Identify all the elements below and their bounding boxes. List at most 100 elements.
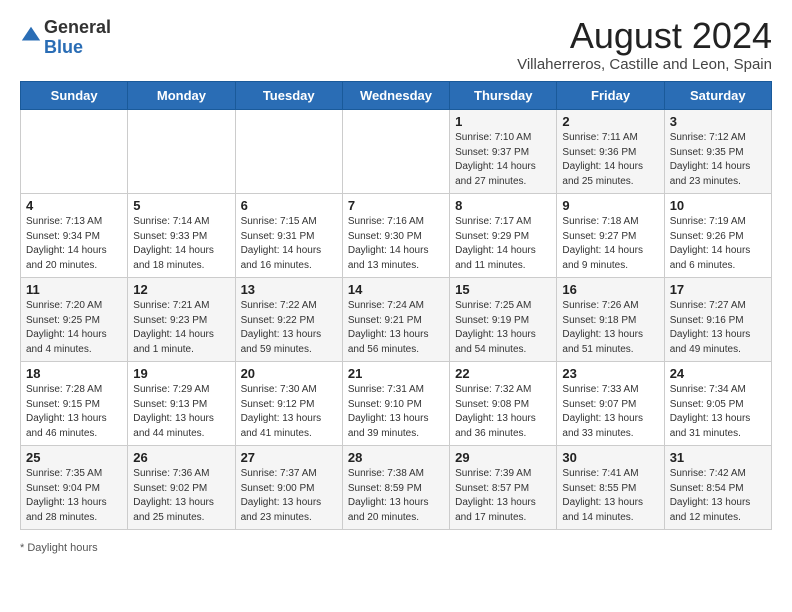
- day-number: 29: [455, 450, 551, 465]
- day-cell: 1Sunrise: 7:10 AM Sunset: 9:37 PM Daylig…: [450, 110, 557, 194]
- day-number: 28: [348, 450, 444, 465]
- day-number: 10: [670, 198, 766, 213]
- day-cell: 4 Sunrise: 7:13 AM Sunset: 9:34 PM Daylig…: [21, 194, 128, 278]
- day-info: Sunrise: 7:11 AM Sunset: 9:36 PM Dayligh…: [562, 131, 658, 189]
- day-number: 9: [562, 198, 658, 213]
- day-cell: [235, 110, 342, 194]
- day-cell: 6Sunrise: 7:15 AM Sunset: 9:31 PM Daylig…: [235, 194, 342, 278]
- day-info: Sunrise: 7:19 AM Sunset: 9:26 PM Dayligh…: [670, 215, 766, 273]
- day-info: Sunrise: 7:25 AM Sunset: 9:19 PM Dayligh…: [455, 299, 551, 357]
- day-cell: 2 Sunrise: 7:11 AM Sunset: 9:36 PM Daylig…: [557, 110, 664, 194]
- day-info: Sunrise: 7:18 AM Sunset: 9:27 PM Dayligh…: [562, 215, 658, 273]
- day-number: 22: [455, 366, 551, 381]
- calendar-container: SundayMondayTuesdayWednesdayThursdayFrid…: [10, 77, 782, 538]
- weekday-header-row: SundayMondayTuesdayWednesdayThursdayFrid…: [21, 82, 772, 110]
- day-cell: [21, 110, 128, 194]
- day-cell: 18 Sunrise: 7:28 AM Sunset: 9:15 PM Dayli…: [21, 362, 128, 446]
- daylight-hours-label: Daylight hours: [27, 542, 97, 554]
- day-number: 12: [133, 282, 229, 297]
- day-number: 4: [26, 198, 122, 213]
- day-cell: 22Sunrise: 7:32 AM Sunset: 9:08 PM Dayli…: [450, 362, 557, 446]
- day-info: Sunrise: 7:41 AM Sunset: 8:55 PM Dayligh…: [562, 467, 658, 525]
- logo-blue-text: Blue: [44, 38, 111, 58]
- day-info: Sunrise: 7:33 AM Sunset: 9:07 PM Dayligh…: [562, 383, 658, 441]
- week-row-2: 4 Sunrise: 7:13 AM Sunset: 9:34 PM Daylig…: [21, 194, 772, 278]
- day-cell: 19 Sunrise: 7:29 AM Sunset: 9:13 PM Dayli…: [128, 362, 235, 446]
- weekday-header-sunday: Sunday: [21, 82, 128, 110]
- day-number: 19: [133, 366, 229, 381]
- day-info: Sunrise: 7:31 AM Sunset: 9:10 PM Dayligh…: [348, 383, 444, 441]
- day-info: Sunrise: 7:42 AM Sunset: 8:54 PM Dayligh…: [670, 467, 766, 525]
- day-cell: 21 Sunrise: 7:31 AM Sunset: 9:10 PM Dayli…: [342, 362, 449, 446]
- day-number: 26: [133, 450, 229, 465]
- day-number: 31: [670, 450, 766, 465]
- day-number: 13: [241, 282, 337, 297]
- day-info: Sunrise: 7:20 AM Sunset: 9:25 PM Dayligh…: [26, 299, 122, 357]
- day-info: Sunrise: 7:28 AM Sunset: 9:15 PM Dayligh…: [26, 383, 122, 441]
- week-row-4: 18 Sunrise: 7:28 AM Sunset: 9:15 PM Dayli…: [21, 362, 772, 446]
- day-cell: 12 Sunrise: 7:21 AM Sunset: 9:23 PM Dayli…: [128, 278, 235, 362]
- day-cell: 13Sunrise: 7:22 AM Sunset: 9:22 PM Dayli…: [235, 278, 342, 362]
- day-info: Sunrise: 7:14 AM Sunset: 9:33 PM Dayligh…: [133, 215, 229, 273]
- day-number: 23: [562, 366, 658, 381]
- day-number: 11: [26, 282, 122, 297]
- day-number: 2: [562, 114, 658, 129]
- weekday-header-friday: Friday: [557, 82, 664, 110]
- day-cell: 8 Sunrise: 7:17 AM Sunset: 9:29 PM Daylig…: [450, 194, 557, 278]
- day-info: Sunrise: 7:27 AM Sunset: 9:16 PM Dayligh…: [670, 299, 766, 357]
- day-cell: 11 Sunrise: 7:20 AM Sunset: 9:25 PM Dayli…: [21, 278, 128, 362]
- day-info: Sunrise: 7:13 AM Sunset: 9:34 PM Dayligh…: [26, 215, 122, 273]
- day-info: Sunrise: 7:30 AM Sunset: 9:12 PM Dayligh…: [241, 383, 337, 441]
- day-info: Sunrise: 7:12 AM Sunset: 9:35 PM Dayligh…: [670, 131, 766, 189]
- day-cell: 24 Sunrise: 7:34 AM Sunset: 9:05 PM Dayli…: [664, 362, 771, 446]
- day-cell: 14 Sunrise: 7:24 AM Sunset: 9:21 PM Dayli…: [342, 278, 449, 362]
- day-info: Sunrise: 7:17 AM Sunset: 9:29 PM Dayligh…: [455, 215, 551, 273]
- day-number: 21: [348, 366, 444, 381]
- day-cell: 28 Sunrise: 7:38 AM Sunset: 8:59 PM Dayli…: [342, 446, 449, 530]
- day-number: 15: [455, 282, 551, 297]
- day-info: Sunrise: 7:15 AM Sunset: 9:31 PM Dayligh…: [241, 215, 337, 273]
- title-area: August 2024 Villaherreros, Castille and …: [517, 18, 772, 73]
- day-number: 30: [562, 450, 658, 465]
- day-cell: 26 Sunrise: 7:36 AM Sunset: 9:02 PM Dayli…: [128, 446, 235, 530]
- weekday-header-monday: Monday: [128, 82, 235, 110]
- day-number: 16: [562, 282, 658, 297]
- day-info: Sunrise: 7:24 AM Sunset: 9:21 PM Dayligh…: [348, 299, 444, 357]
- day-info: Sunrise: 7:38 AM Sunset: 8:59 PM Dayligh…: [348, 467, 444, 525]
- day-cell: 9 Sunrise: 7:18 AM Sunset: 9:27 PM Daylig…: [557, 194, 664, 278]
- day-info: Sunrise: 7:35 AM Sunset: 9:04 PM Dayligh…: [26, 467, 122, 525]
- day-info: Sunrise: 7:16 AM Sunset: 9:30 PM Dayligh…: [348, 215, 444, 273]
- day-number: 1: [455, 114, 551, 129]
- day-number: 25: [26, 450, 122, 465]
- day-cell: [128, 110, 235, 194]
- day-number: 24: [670, 366, 766, 381]
- day-number: 3: [670, 114, 766, 129]
- day-cell: 25 Sunrise: 7:35 AM Sunset: 9:04 PM Dayli…: [21, 446, 128, 530]
- day-info: Sunrise: 7:34 AM Sunset: 9:05 PM Dayligh…: [670, 383, 766, 441]
- day-info: Sunrise: 7:36 AM Sunset: 9:02 PM Dayligh…: [133, 467, 229, 525]
- day-info: Sunrise: 7:29 AM Sunset: 9:13 PM Dayligh…: [133, 383, 229, 441]
- weekday-header-tuesday: Tuesday: [235, 82, 342, 110]
- weekday-header-wednesday: Wednesday: [342, 82, 449, 110]
- day-cell: 16Sunrise: 7:26 AM Sunset: 9:18 PM Dayli…: [557, 278, 664, 362]
- day-cell: 10 Sunrise: 7:19 AM Sunset: 9:26 PM Dayli…: [664, 194, 771, 278]
- day-info: Sunrise: 7:21 AM Sunset: 9:23 PM Dayligh…: [133, 299, 229, 357]
- day-number: 14: [348, 282, 444, 297]
- footer-note: * Daylight hours: [10, 538, 782, 558]
- day-cell: 30 Sunrise: 7:41 AM Sunset: 8:55 PM Dayli…: [557, 446, 664, 530]
- weekday-header-thursday: Thursday: [450, 82, 557, 110]
- day-number: 18: [26, 366, 122, 381]
- day-number: 27: [241, 450, 337, 465]
- day-cell: 7Sunrise: 7:16 AM Sunset: 9:30 PM Daylig…: [342, 194, 449, 278]
- day-cell: 29Sunrise: 7:39 AM Sunset: 8:57 PM Dayli…: [450, 446, 557, 530]
- week-row-3: 11 Sunrise: 7:20 AM Sunset: 9:25 PM Dayli…: [21, 278, 772, 362]
- day-number: 20: [241, 366, 337, 381]
- header: General Blue August 2024 Villaherreros, …: [10, 10, 782, 77]
- day-cell: [342, 110, 449, 194]
- day-number: 8: [455, 198, 551, 213]
- day-cell: 5Sunrise: 7:14 AM Sunset: 9:33 PM Daylig…: [128, 194, 235, 278]
- day-cell: 15 Sunrise: 7:25 AM Sunset: 9:19 PM Dayli…: [450, 278, 557, 362]
- logo: General Blue: [20, 18, 111, 58]
- day-cell: 20 Sunrise: 7:30 AM Sunset: 9:12 PM Dayli…: [235, 362, 342, 446]
- week-row-5: 25 Sunrise: 7:35 AM Sunset: 9:04 PM Dayli…: [21, 446, 772, 530]
